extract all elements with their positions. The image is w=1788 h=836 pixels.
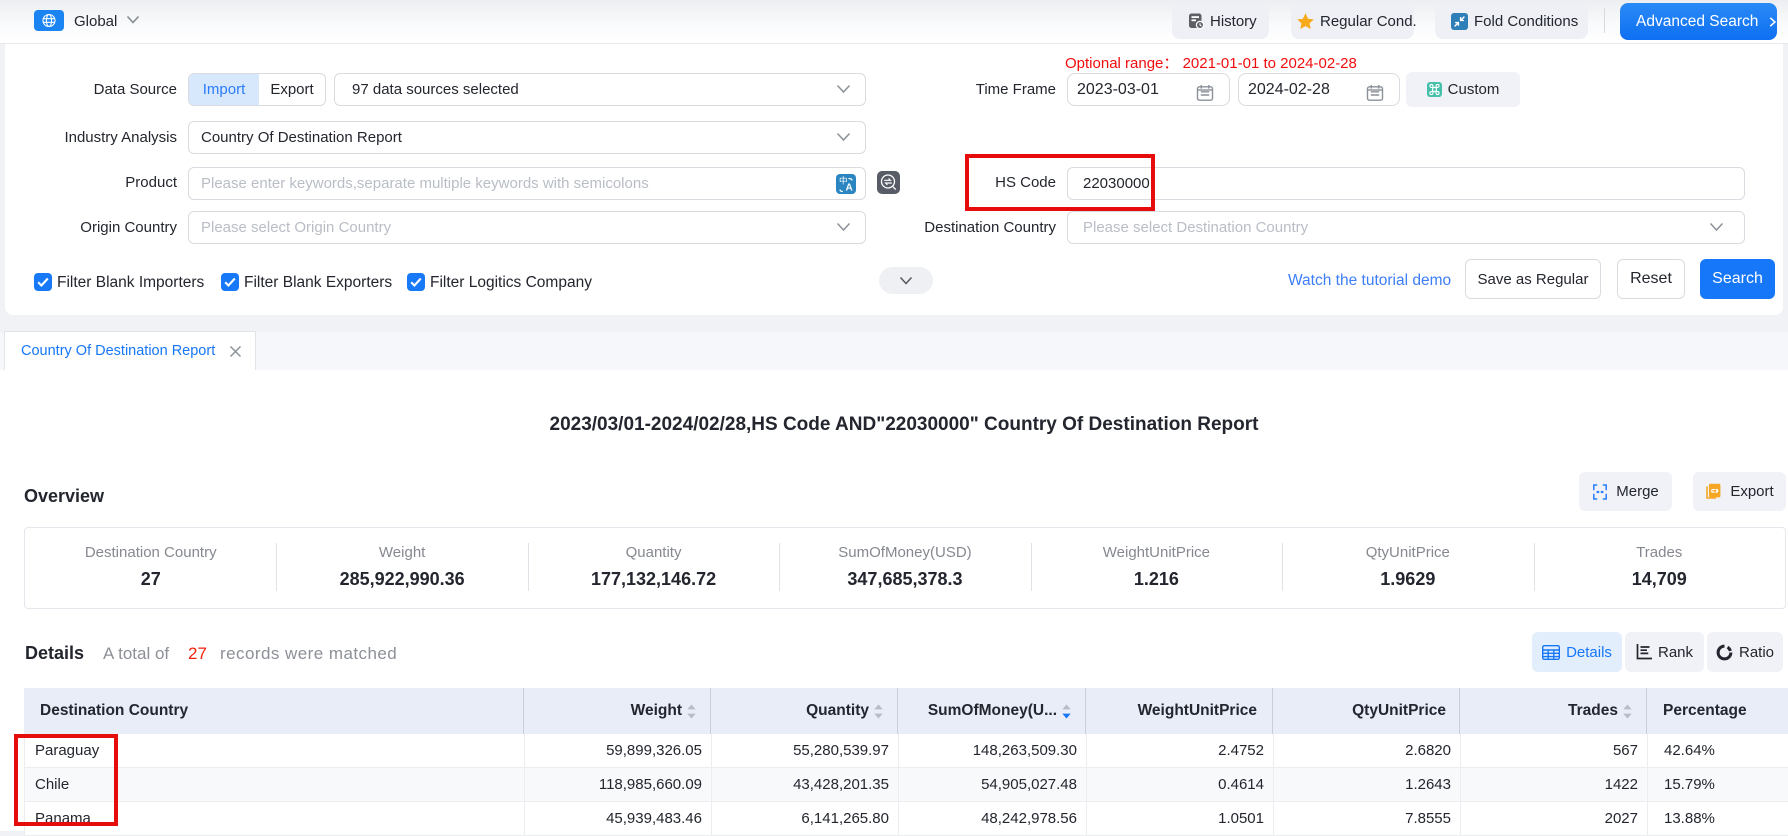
svg-text:A: A — [846, 182, 853, 193]
